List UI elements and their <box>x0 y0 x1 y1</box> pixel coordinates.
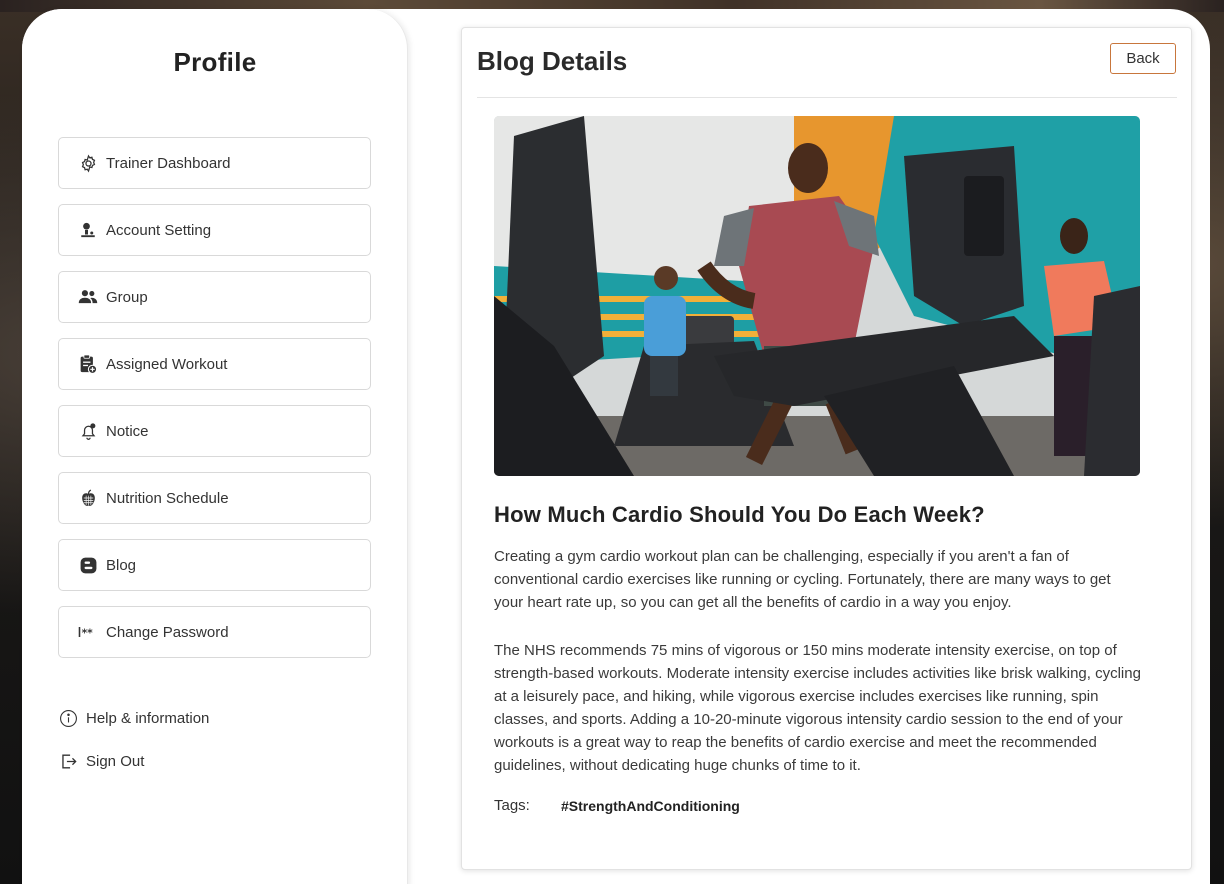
sign-out-icon <box>58 751 78 771</box>
blog-post-title: How Much Cardio Should You Do Each Week? <box>494 502 985 527</box>
sidebar-menu: Trainer Dashboard Account Setting Group … <box>58 137 371 673</box>
group-icon <box>78 287 98 307</box>
sidebar-item-nutrition-schedule[interactable]: Nutrition Schedule <box>58 472 371 524</box>
svg-text:**: ** <box>82 626 94 639</box>
sidebar-item-label: Account Setting <box>106 221 212 239</box>
sidebar-item-notice[interactable]: Notice <box>58 405 371 457</box>
sidebar-item-label: Group <box>106 288 148 306</box>
sidebar-extra-links: Help & information Sign Out <box>58 707 209 793</box>
sidebar-item-label: Assigned Workout <box>106 355 228 373</box>
gear-icon <box>78 153 98 173</box>
sidebar-item-group[interactable]: Group <box>58 271 371 323</box>
sign-out-label: Sign Out <box>86 752 145 770</box>
sidebar-item-label: Trainer Dashboard <box>106 154 231 172</box>
blogger-icon <box>78 555 98 575</box>
blog-details-card: Blog Details Back How Much Cardio Should… <box>461 27 1192 870</box>
header-divider <box>477 97 1177 98</box>
sidebar-item-label: Nutrition Schedule <box>106 489 229 507</box>
tags-label: Tags: <box>494 797 530 814</box>
clipboard-add-icon <box>78 354 98 374</box>
sidebar-item-assigned-workout[interactable]: Assigned Workout <box>58 338 371 390</box>
bell-icon <box>78 421 98 441</box>
sidebar-item-label: Notice <box>106 422 149 440</box>
sign-out-link[interactable]: Sign Out <box>58 750 209 772</box>
profile-sidebar: Profile Trainer Dashboard Account Settin… <box>22 9 408 884</box>
sidebar-item-change-password[interactable]: ** Change Password <box>58 606 371 658</box>
blog-tags: Tags: #StrengthAndConditioning <box>494 797 740 814</box>
tag-strength-and-conditioning[interactable]: #StrengthAndConditioning <box>561 798 740 814</box>
help-information-link[interactable]: Help & information <box>58 707 209 729</box>
user-setting-icon <box>78 220 98 240</box>
blog-hero-image <box>494 116 1140 476</box>
info-icon <box>58 708 78 728</box>
blog-paragraph-2: The NHS recommends 75 mins of vigorous o… <box>494 642 1141 774</box>
sidebar-item-account-setting[interactable]: Account Setting <box>58 204 371 256</box>
sidebar-item-label: Change Password <box>106 623 229 641</box>
sidebar-item-label: Blog <box>106 556 137 574</box>
sidebar-item-blog[interactable]: Blog <box>58 539 371 591</box>
blog-paragraph-1: Creating a gym cardio workout plan can b… <box>494 548 1111 611</box>
back-button[interactable]: Back <box>1110 43 1176 74</box>
sidebar-title: Profile <box>173 47 257 77</box>
password-icon: ** <box>78 622 98 642</box>
help-information-label: Help & information <box>86 709 210 727</box>
sidebar-item-trainer-dashboard[interactable]: Trainer Dashboard <box>58 137 371 189</box>
page-title: Blog Details <box>477 46 628 76</box>
apple-icon <box>78 488 98 508</box>
